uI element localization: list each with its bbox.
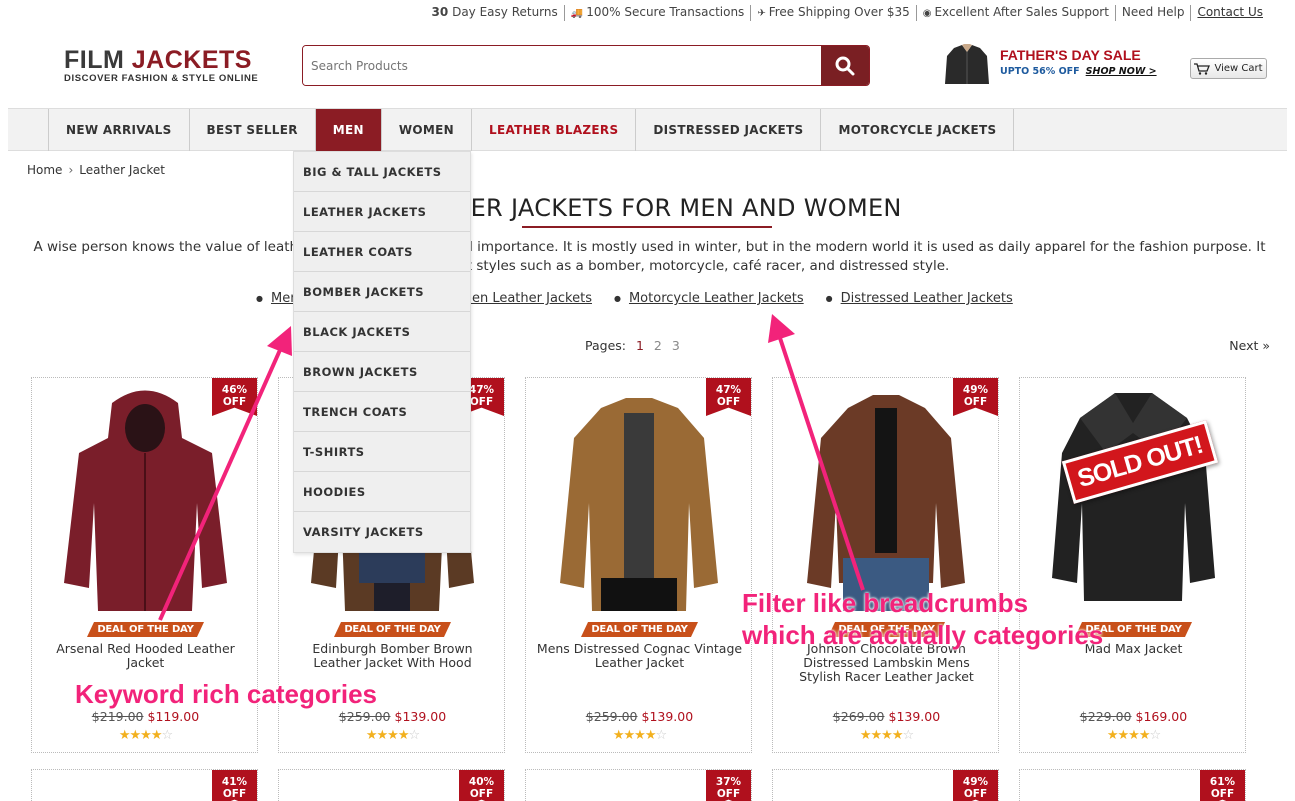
keyword-annotation: Keyword rich categories (75, 679, 377, 709)
page: 30 Day Easy Returns 🚚 100% Secure Transac… (8, 0, 1287, 801)
filter-annotation: Filter like breadcrumbs which are actual… (742, 588, 1104, 650)
